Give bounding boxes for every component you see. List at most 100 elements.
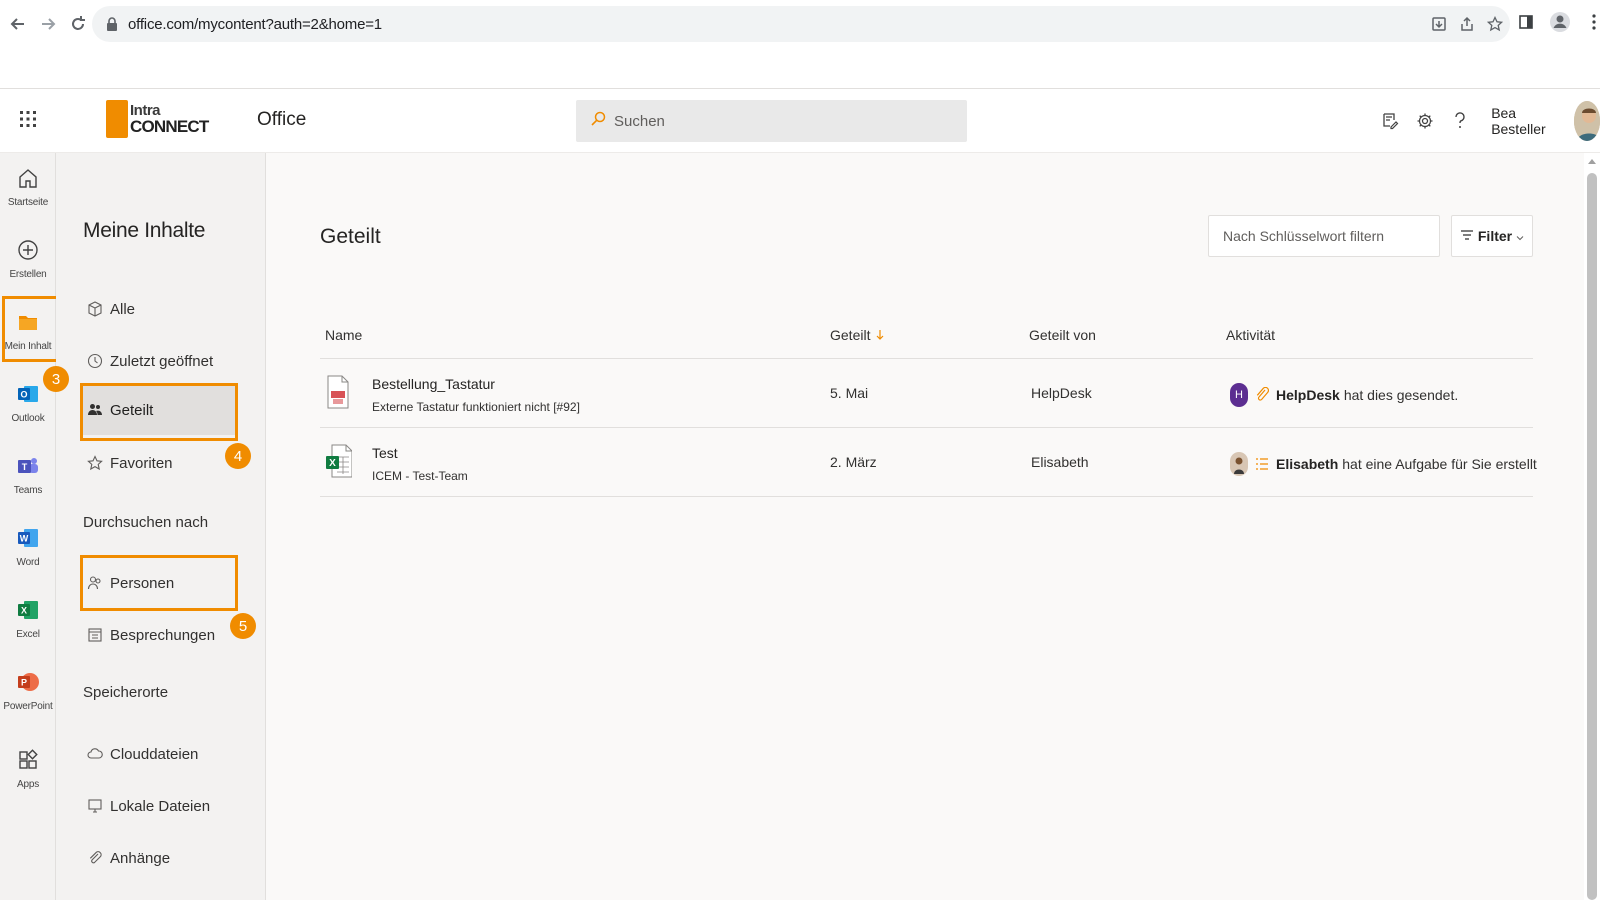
word-icon: W — [15, 525, 41, 551]
star-icon — [86, 454, 104, 472]
app-launcher-icon[interactable] — [18, 109, 38, 129]
filter-button-label: Filter — [1477, 228, 1513, 244]
activity-text: hat eine Aufgabe für Sie erstellt — [1342, 456, 1537, 472]
step-badge-5: 5 — [230, 613, 256, 639]
keyword-filter-input[interactable] — [1208, 215, 1440, 257]
rail-item-erstellen[interactable]: Erstellen — [0, 229, 56, 293]
rail-label: PowerPoint — [3, 701, 53, 712]
shared-by: Elisabeth — [1031, 454, 1089, 470]
excel-file-icon: X — [326, 444, 353, 478]
sidebar-item-zuletzt-geoeffnet[interactable]: Zuletzt geöffnet — [86, 341, 236, 381]
file-subtitle: Externe Tastatur funktioniert nicht [#92… — [372, 400, 580, 414]
shared-date: 2. März — [830, 454, 877, 470]
rail-item-powerpoint[interactable]: P PowerPoint — [0, 661, 56, 725]
browser-toolbar: office.com/mycontent?auth=2&home=1 — [0, 0, 1600, 48]
feedback-icon[interactable] — [1372, 101, 1407, 141]
svg-text:P: P — [21, 678, 27, 688]
user-avatar[interactable] — [1574, 101, 1600, 141]
column-header-activity[interactable]: Aktivität — [1226, 327, 1275, 343]
file-name[interactable]: Bestellung_Tastatur — [372, 376, 495, 392]
table-row[interactable]: X Test ICEM - Test-Team 2. März Elisabet… — [320, 428, 1537, 497]
address-bar[interactable]: office.com/mycontent?auth=2&home=1 — [92, 6, 1510, 42]
profile-icon[interactable] — [1548, 10, 1572, 34]
sidebar-item-lokale-dateien[interactable]: Lokale Dateien — [86, 786, 236, 826]
back-icon[interactable] — [6, 12, 30, 36]
rail-item-excel[interactable]: X Excel — [0, 589, 56, 653]
outlook-icon: O — [15, 381, 41, 407]
column-header-shared[interactable]: Geteilt — [830, 327, 884, 343]
file-name[interactable]: Test — [372, 445, 398, 461]
column-header-name[interactable]: Name — [325, 327, 362, 343]
column-header-shared-label: Geteilt — [830, 327, 871, 343]
sidebar-item-favoriten[interactable]: Favoriten — [86, 443, 236, 483]
side-panel-icon[interactable] — [1514, 10, 1538, 34]
monitor-icon — [86, 797, 104, 815]
search-box[interactable] — [576, 100, 967, 142]
scroll-up-arrow-icon[interactable] — [1588, 159, 1596, 164]
svg-text:W: W — [20, 534, 29, 544]
share-icon[interactable] — [1458, 15, 1476, 33]
rail-label: Excel — [16, 629, 40, 640]
logo-mark — [106, 100, 128, 138]
search-input[interactable] — [614, 112, 934, 130]
rail-label: Outlook — [11, 413, 45, 424]
svg-text:O: O — [20, 390, 27, 400]
sidebar-item-alle[interactable]: Alle — [86, 289, 236, 329]
step-badge-4: 4 — [225, 443, 251, 469]
sidebar-item-label: Favoriten — [110, 454, 173, 472]
help-icon[interactable] — [1442, 101, 1477, 141]
settings-gear-icon[interactable] — [1407, 101, 1442, 141]
content-sidebar: Meine Inhalte Alle Zuletzt geöffnet Gete… — [56, 153, 266, 900]
install-icon[interactable] — [1430, 15, 1448, 33]
intraconnect-logo[interactable]: Intra CONNECT — [106, 99, 209, 139]
step-badge-3: 3 — [43, 366, 69, 392]
app-name[interactable]: Office — [257, 109, 306, 131]
excel-icon: X — [15, 597, 41, 623]
activity-actor: Elisabeth — [1276, 456, 1339, 472]
search-icon — [590, 111, 606, 132]
rail-item-startseite[interactable]: Startseite — [0, 157, 56, 221]
browser-menu-icon[interactable] — [1582, 10, 1600, 34]
svg-text:X: X — [329, 458, 336, 469]
rail-label: Startseite — [7, 197, 49, 208]
page-title: Geteilt — [320, 225, 381, 248]
forward-icon[interactable] — [36, 12, 60, 36]
rail-item-apps[interactable]: Apps — [0, 739, 56, 803]
cube-icon — [86, 300, 104, 318]
browse-section-heading: Durchsuchen nach — [83, 514, 209, 531]
pdf-file-icon — [326, 375, 350, 409]
sidebar-item-besprechungen[interactable]: Besprechungen — [86, 615, 236, 655]
sidebar-item-label: Clouddateien — [110, 745, 199, 763]
rail-label: Word — [16, 557, 40, 568]
geteilt-highlight-frame — [80, 383, 238, 441]
bookmark-star-icon[interactable] — [1486, 15, 1504, 33]
teams-icon: T — [15, 453, 41, 479]
sidebar-item-label: Zuletzt geöffnet — [110, 352, 214, 370]
url-text: office.com/mycontent?auth=2&home=1 — [128, 15, 382, 33]
apps-icon — [15, 747, 41, 773]
powerpoint-icon: P — [15, 669, 41, 695]
main-scrollbar[interactable] — [1584, 153, 1600, 900]
file-subtitle: ICEM - Test-Team — [372, 469, 468, 483]
rail-label: Erstellen — [9, 269, 47, 280]
filter-button[interactable]: Filter — [1451, 215, 1533, 257]
shared-by: HelpDesk — [1031, 385, 1092, 401]
sidebar-item-label: Alle — [110, 300, 136, 318]
table-row[interactable]: Bestellung_Tastatur Externe Tastatur fun… — [320, 359, 1533, 428]
column-header-shared-by[interactable]: Geteilt von — [1029, 327, 1096, 343]
reload-icon[interactable] — [66, 12, 90, 36]
app-rail: Startseite Erstellen Mein Inhalt O Outlo… — [0, 153, 60, 900]
filter-lines-icon — [1460, 228, 1474, 244]
scroll-thumb[interactable] — [1587, 173, 1597, 900]
sidebar-item-clouddateien[interactable]: Clouddateien — [86, 734, 236, 774]
rail-label: Apps — [17, 779, 39, 790]
sidebar-item-anhaenge[interactable]: Anhänge — [86, 838, 236, 878]
user-name[interactable]: Bea Besteller — [1491, 105, 1564, 137]
activity-cell: Elisabeth hat eine Aufgabe für Sie erste… — [1230, 452, 1537, 476]
rail-item-word[interactable]: W Word — [0, 517, 56, 581]
sidebar-title: Meine Inhalte — [83, 219, 206, 242]
rail-item-teams[interactable]: T Teams — [0, 445, 56, 509]
activity-text: hat dies gesendet. — [1343, 387, 1459, 403]
mein-inhalt-highlight-frame — [2, 296, 60, 362]
sidebar-item-label: Besprechungen — [110, 626, 216, 644]
